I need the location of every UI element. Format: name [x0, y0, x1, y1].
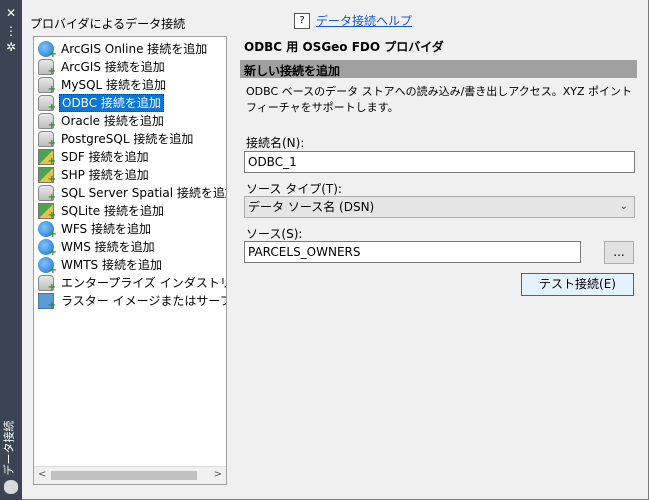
globe-add-icon: +: [38, 239, 57, 258]
provider-item-label: SQL Server Spatial 接続を追加: [61, 186, 227, 200]
globe-add-icon: +: [38, 221, 57, 240]
provider-item[interactable]: + MySQL 接続を追加: [34, 76, 168, 95]
database-add-icon: +: [38, 275, 56, 293]
help-area: ? データ接続ヘルプ: [294, 12, 412, 29]
provider-item-label: ArcGIS 接続を追加: [61, 60, 165, 74]
help-icon: ?: [294, 12, 310, 29]
provider-item-label: ArcGIS Online 接続を追加: [61, 42, 208, 56]
provider-item-label: PostgreSQL 接続を追加: [61, 132, 194, 146]
source-type-label: ソース タイプ(T):: [246, 182, 342, 196]
provider-item-label: WMTS 接続を追加: [61, 258, 162, 272]
provider-item[interactable]: + エンタープライズ インダストリ モデル 接: [34, 274, 227, 293]
file-add-icon: +: [38, 167, 56, 185]
database-add-icon: +: [38, 113, 56, 131]
provider-item-label: SQLite 接続を追加: [61, 204, 164, 218]
globe-add-icon: +: [38, 257, 57, 276]
provider-item-label: ODBC 接続を追加: [59, 94, 164, 112]
scroll-left-icon[interactable]: <: [38, 469, 46, 480]
provider-list-label: プロバイダによるデータ接続: [30, 17, 186, 31]
provider-item[interactable]: + SHP 接続を追加: [34, 166, 151, 185]
provider-title: ODBC 用 OSGeo FDO プロバイダ: [244, 40, 444, 54]
connection-name-input[interactable]: ODBC_1: [244, 151, 635, 173]
provider-item[interactable]: + SDF 接続を追加: [34, 148, 151, 167]
database-add-icon: +: [38, 95, 56, 113]
section-header: 新しい接続を追加: [240, 60, 637, 78]
close-icon[interactable]: ✕: [0, 6, 22, 20]
gear-icon[interactable]: ✲: [0, 40, 22, 54]
raster-add-icon: +: [38, 293, 56, 311]
provider-item-label: MySQL 接続を追加: [61, 78, 167, 92]
globe-add-icon: +: [38, 41, 57, 60]
scroll-thumb[interactable]: [51, 471, 197, 480]
provider-item-label: WFS 接続を追加: [61, 222, 151, 236]
provider-item[interactable]: + SQL Server Spatial 接続を追加: [34, 184, 227, 203]
menu-icon[interactable]: ⋮: [0, 24, 22, 38]
palette-title: データ接続: [2, 420, 16, 476]
source-input[interactable]: PARCELS_OWNERS: [244, 241, 581, 263]
provider-item-label: Oracle 接続を追加: [61, 114, 164, 128]
database-icon: [4, 480, 18, 494]
provider-item-label: ラスター イメージまたはサーフェス 接続: [61, 294, 226, 308]
file-add-icon: +: [38, 203, 56, 221]
provider-item-label: SDF 接続を追加: [61, 150, 149, 164]
source-label: ソース(S):: [246, 227, 303, 241]
database-add-icon: +: [38, 77, 56, 95]
data-connect-panel: プロバイダによるデータ接続 ? データ接続ヘルプ + ラスター イメージまたはサー…: [22, 0, 649, 500]
provider-list[interactable]: + ラスター イメージまたはサーフェス 接続 + エンタープライズ インダストリ モデ…: [33, 36, 227, 485]
provider-item[interactable]: + PostgreSQL 接続を追加: [34, 130, 195, 149]
source-type-value: データ ソース名 (DSN): [248, 200, 375, 214]
provider-description: ODBC ベースのデータ ストアへの読み込み/書き出しアクセス。XYZ ポイント…: [246, 85, 633, 114]
horizontal-scrollbar[interactable]: < >: [34, 466, 226, 484]
test-connection-button[interactable]: テスト接続(E): [521, 273, 634, 296]
provider-item[interactable]: + SQLite 接続を追加: [34, 202, 166, 221]
provider-item[interactable]: + WFS 接続を追加: [34, 220, 153, 240]
provider-item[interactable]: + ラスター イメージまたはサーフェス 接続: [34, 292, 226, 311]
file-add-icon: +: [38, 149, 56, 167]
provider-item[interactable]: + ArcGIS Online 接続を追加: [34, 40, 209, 60]
connection-name-label: 接続名(N):: [246, 136, 305, 150]
provider-item[interactable]: + WMTS 接続を追加: [34, 256, 164, 276]
help-link[interactable]: データ接続ヘルプ: [316, 12, 412, 29]
provider-item-label: WMS 接続を追加: [61, 240, 155, 254]
database-add-icon: +: [38, 131, 56, 149]
browse-button[interactable]: ...: [604, 241, 634, 264]
provider-item[interactable]: + ODBC 接続を追加: [34, 94, 164, 113]
chevron-down-icon: ⌄: [619, 201, 628, 212]
provider-item[interactable]: + Oracle 接続を追加: [34, 112, 166, 131]
database-add-icon: +: [38, 185, 56, 203]
source-type-select[interactable]: データ ソース名 (DSN) ⌄: [244, 196, 635, 218]
provider-item[interactable]: + ArcGIS 接続を追加: [34, 58, 167, 77]
palette-sidebar: ✕ ⋮ ✲ データ接続: [0, 0, 22, 500]
scroll-right-icon[interactable]: >: [214, 469, 222, 480]
provider-item[interactable]: + WMS 接続を追加: [34, 238, 157, 258]
provider-item-label: エンタープライズ インダストリ モデル 接: [61, 276, 227, 290]
database-add-icon: +: [38, 59, 56, 77]
provider-item-label: SHP 接続を追加: [61, 168, 149, 182]
